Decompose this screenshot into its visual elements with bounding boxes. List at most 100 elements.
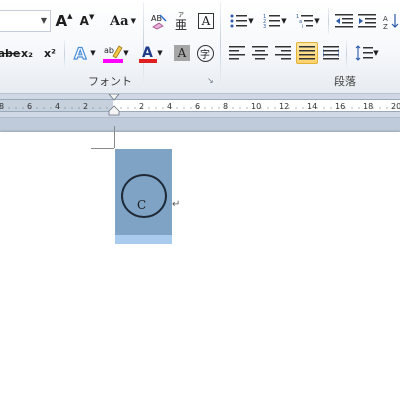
align-left-button[interactable] bbox=[227, 42, 247, 64]
increase-indent-button[interactable] bbox=[357, 10, 377, 32]
font-color-button[interactable]: A ▼ bbox=[136, 42, 166, 64]
font-size-combobox[interactable]: ▼ bbox=[0, 10, 51, 32]
distributed-icon bbox=[323, 46, 339, 60]
chevron-down-icon: ▼ bbox=[157, 49, 163, 57]
ruler-label: 20 bbox=[391, 102, 400, 111]
ruler-label: 16 bbox=[335, 102, 345, 111]
align-center-icon bbox=[252, 46, 268, 60]
text-selection bbox=[115, 235, 172, 244]
ruler-label: 12 bbox=[279, 102, 289, 111]
align-right-icon bbox=[275, 46, 291, 60]
dialog-launcher-icon[interactable]: ↘ bbox=[207, 76, 214, 85]
character-border-button[interactable]: A bbox=[196, 10, 216, 32]
align-center-button[interactable] bbox=[250, 42, 270, 64]
multilevel-list-button[interactable]: 1 a i ▼ bbox=[293, 10, 323, 32]
text-effects-button[interactable]: A ▼ bbox=[70, 42, 98, 64]
align-left-icon bbox=[229, 46, 245, 60]
numbering-icon: 1 2 3 bbox=[263, 14, 281, 29]
grow-font-icon: A bbox=[55, 12, 68, 30]
indent-marker-icon[interactable] bbox=[108, 94, 120, 118]
separator bbox=[346, 40, 347, 68]
subscript-icon: x₂ bbox=[21, 46, 33, 60]
sort-icon: A Z bbox=[383, 14, 399, 29]
margin-crop-mark bbox=[114, 126, 115, 148]
font-color-icon: A bbox=[139, 45, 158, 63]
multilevel-list-icon: 1 a i bbox=[296, 14, 314, 29]
change-case-button[interactable]: Aa ▼ bbox=[108, 10, 138, 32]
numbering-button[interactable]: 1 2 3 ▼ bbox=[260, 10, 290, 32]
margin-crop-mark bbox=[91, 148, 114, 149]
line-spacing-button[interactable]: ▼ bbox=[352, 42, 382, 64]
decrease-indent-icon bbox=[335, 14, 353, 28]
grow-font-button[interactable]: A ▲ bbox=[54, 10, 74, 32]
highlight-color-button[interactable]: ab ▼ bbox=[101, 42, 131, 64]
align-right-button[interactable] bbox=[273, 42, 293, 64]
ruler-label: 10 bbox=[251, 102, 261, 111]
superscript-button[interactable]: x² bbox=[40, 42, 60, 64]
svg-text:3: 3 bbox=[263, 24, 266, 29]
change-case-icon: Aa bbox=[110, 13, 129, 29]
increase-indent-icon bbox=[358, 14, 376, 28]
paragraph-mark: ↵ bbox=[172, 199, 181, 210]
chevron-down-icon: ▼ bbox=[90, 49, 96, 57]
ruler-area: 8 6 4 2 2 4 6 8 10 12 14 16 18 20 bbox=[0, 94, 400, 118]
svg-text:亜: 亜 bbox=[175, 18, 187, 31]
chevron-down-icon: ▼ bbox=[130, 17, 136, 25]
clear-formatting-button[interactable]: AB bbox=[149, 10, 169, 32]
svg-text:A: A bbox=[74, 44, 87, 62]
ruler-label: 6 bbox=[27, 102, 32, 111]
phonetic-guide-button[interactable]: ア 亜 bbox=[173, 10, 193, 32]
clear-formatting-icon: AB bbox=[151, 14, 167, 30]
ribbon: ▼ A ▲ A ▼ Aa ▼ AB ア 亜 A abe x₂ x² A ▼ ab… bbox=[0, 0, 400, 94]
chevron-down-icon: ▼ bbox=[373, 49, 379, 57]
chevron-down-icon: ▼ bbox=[314, 17, 320, 25]
text-effects-icon: A bbox=[74, 44, 88, 62]
ruler-label: 8 bbox=[223, 102, 228, 111]
bullets-button[interactable]: ▼ bbox=[227, 10, 257, 32]
ruler-label: 18 bbox=[363, 102, 373, 111]
ruler-ticks: 8 6 4 2 2 4 6 8 10 12 14 16 18 20 bbox=[0, 102, 400, 111]
chevron-down-icon[interactable]: ▼ bbox=[41, 16, 47, 25]
sort-button[interactable]: A Z bbox=[382, 10, 400, 32]
phonetic-guide-icon: ア 亜 bbox=[175, 12, 187, 31]
svg-text:i: i bbox=[302, 24, 303, 29]
decrease-indent-button[interactable] bbox=[334, 10, 354, 32]
distributed-button[interactable] bbox=[321, 42, 341, 64]
character-shading-button[interactable]: A bbox=[172, 42, 192, 64]
highlighter-icon: ab bbox=[103, 45, 124, 63]
document-page[interactable] bbox=[0, 132, 400, 400]
character-border-icon: A bbox=[198, 13, 214, 29]
ruler-label: 2 bbox=[83, 102, 88, 111]
enclosed-character: C bbox=[137, 198, 147, 212]
svg-text:Z: Z bbox=[383, 23, 388, 29]
chevron-down-icon: ▼ bbox=[123, 49, 129, 57]
chevron-down-icon: ▼ bbox=[248, 17, 254, 25]
ruler-label: 14 bbox=[307, 102, 317, 111]
superscript-icon: x² bbox=[44, 46, 56, 60]
character-shading-icon: A bbox=[174, 45, 190, 61]
horizontal-ruler[interactable]: 8 6 4 2 2 4 6 8 10 12 14 16 18 20 bbox=[0, 94, 400, 116]
justify-button[interactable] bbox=[296, 42, 318, 64]
ruler-label: 2 bbox=[139, 102, 144, 111]
separator bbox=[64, 40, 65, 68]
paragraph-group-label: 段落 bbox=[334, 75, 356, 88]
ruler-label: 6 bbox=[195, 102, 200, 111]
enclose-characters-icon: 字 bbox=[196, 44, 214, 62]
svg-text:A: A bbox=[383, 15, 388, 23]
separator bbox=[328, 8, 329, 34]
svg-text:A: A bbox=[142, 45, 153, 61]
shrink-font-icon: A bbox=[79, 14, 89, 28]
bullets-icon bbox=[230, 14, 248, 28]
svg-text:ab: ab bbox=[104, 46, 114, 55]
justify-icon bbox=[299, 46, 315, 60]
font-group-label: フォント bbox=[88, 75, 132, 88]
subscript-button[interactable]: x₂ bbox=[17, 42, 37, 64]
line-spacing-icon bbox=[355, 45, 374, 61]
enclose-characters-button[interactable]: 字 bbox=[195, 42, 215, 64]
separator bbox=[220, 2, 221, 88]
document-background bbox=[0, 118, 400, 400]
shrink-font-button[interactable]: A ▼ bbox=[77, 10, 97, 32]
ruler-label: 4 bbox=[167, 102, 172, 111]
ruler-label: 8 bbox=[0, 102, 4, 111]
ruler-label: 4 bbox=[55, 102, 60, 111]
